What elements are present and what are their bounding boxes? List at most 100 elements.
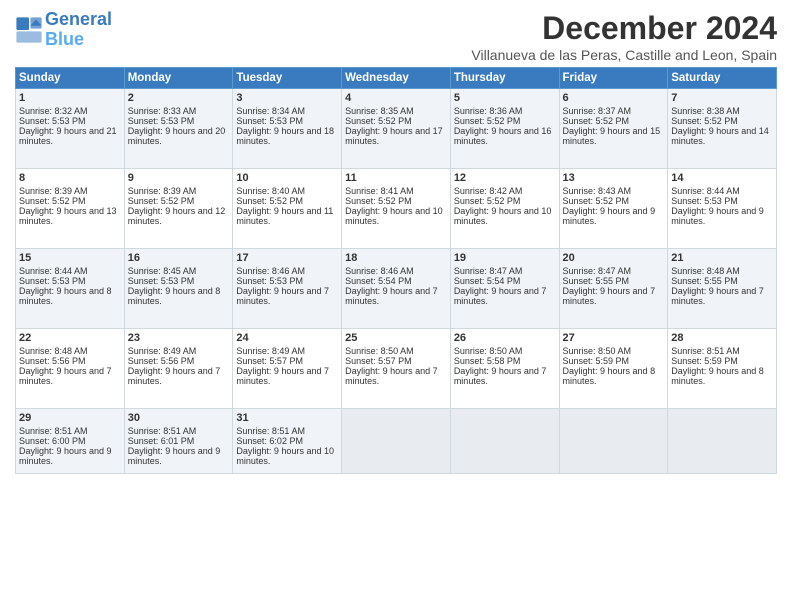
sunrise: Sunrise: 8:40 AM bbox=[236, 186, 305, 196]
day-number: 5 bbox=[454, 92, 556, 104]
daylight: Daylight: 9 hours and 9 minutes. bbox=[128, 446, 221, 466]
daylight: Daylight: 9 hours and 12 minutes. bbox=[128, 206, 226, 226]
col-tuesday: Tuesday bbox=[233, 68, 342, 89]
daylight: Daylight: 9 hours and 7 minutes. bbox=[128, 366, 221, 386]
calendar-cell: 8Sunrise: 8:39 AMSunset: 5:52 PMDaylight… bbox=[16, 169, 125, 249]
day-number: 18 bbox=[345, 252, 447, 264]
page: General Blue December 2024 Villanueva de… bbox=[0, 0, 792, 612]
calendar-cell: 29Sunrise: 8:51 AMSunset: 6:00 PMDayligh… bbox=[16, 409, 125, 474]
day-number: 7 bbox=[671, 92, 773, 104]
sunrise: Sunrise: 8:35 AM bbox=[345, 106, 414, 116]
calendar-cell: 11Sunrise: 8:41 AMSunset: 5:52 PMDayligh… bbox=[342, 169, 451, 249]
daylight: Daylight: 9 hours and 10 minutes. bbox=[345, 206, 443, 226]
sunrise: Sunrise: 8:32 AM bbox=[19, 106, 88, 116]
calendar-cell: 5Sunrise: 8:36 AMSunset: 5:52 PMDaylight… bbox=[450, 89, 559, 169]
sunrise: Sunrise: 8:50 AM bbox=[563, 346, 632, 356]
day-number: 15 bbox=[19, 252, 121, 264]
sunset: Sunset: 5:57 PM bbox=[236, 356, 303, 366]
calendar-cell: 7Sunrise: 8:38 AMSunset: 5:52 PMDaylight… bbox=[668, 89, 777, 169]
sunset: Sunset: 5:59 PM bbox=[563, 356, 630, 366]
sunrise: Sunrise: 8:51 AM bbox=[128, 426, 197, 436]
day-number: 13 bbox=[563, 172, 665, 184]
sunset: Sunset: 5:52 PM bbox=[671, 116, 738, 126]
day-number: 24 bbox=[236, 332, 338, 344]
sunrise: Sunrise: 8:39 AM bbox=[128, 186, 197, 196]
sunset: Sunset: 5:53 PM bbox=[19, 276, 86, 286]
sunrise: Sunrise: 8:39 AM bbox=[19, 186, 88, 196]
calendar-cell bbox=[559, 409, 668, 474]
calendar-cell: 9Sunrise: 8:39 AMSunset: 5:52 PMDaylight… bbox=[124, 169, 233, 249]
week-row-2: 8Sunrise: 8:39 AMSunset: 5:52 PMDaylight… bbox=[16, 169, 777, 249]
sunset: Sunset: 5:53 PM bbox=[236, 276, 303, 286]
sunset: Sunset: 5:54 PM bbox=[345, 276, 412, 286]
daylight: Daylight: 9 hours and 8 minutes. bbox=[563, 366, 656, 386]
calendar-cell: 18Sunrise: 8:46 AMSunset: 5:54 PMDayligh… bbox=[342, 249, 451, 329]
calendar-cell bbox=[450, 409, 559, 474]
daylight: Daylight: 9 hours and 16 minutes. bbox=[454, 126, 552, 146]
calendar-cell: 14Sunrise: 8:44 AMSunset: 5:53 PMDayligh… bbox=[668, 169, 777, 249]
day-number: 12 bbox=[454, 172, 556, 184]
calendar-cell: 25Sunrise: 8:50 AMSunset: 5:57 PMDayligh… bbox=[342, 329, 451, 409]
calendar-cell: 12Sunrise: 8:42 AMSunset: 5:52 PMDayligh… bbox=[450, 169, 559, 249]
day-number: 6 bbox=[563, 92, 665, 104]
daylight: Daylight: 9 hours and 14 minutes. bbox=[671, 126, 769, 146]
daylight: Daylight: 9 hours and 10 minutes. bbox=[236, 446, 334, 466]
calendar-cell: 16Sunrise: 8:45 AMSunset: 5:53 PMDayligh… bbox=[124, 249, 233, 329]
daylight: Daylight: 9 hours and 8 minutes. bbox=[128, 286, 221, 306]
daylight: Daylight: 9 hours and 8 minutes. bbox=[671, 366, 764, 386]
daylight: Daylight: 9 hours and 7 minutes. bbox=[563, 286, 656, 306]
day-number: 31 bbox=[236, 412, 338, 424]
calendar-table: Sunday Monday Tuesday Wednesday Thursday… bbox=[15, 67, 777, 474]
sunset: Sunset: 5:55 PM bbox=[671, 276, 738, 286]
calendar-cell: 4Sunrise: 8:35 AMSunset: 5:52 PMDaylight… bbox=[342, 89, 451, 169]
col-sunday: Sunday bbox=[16, 68, 125, 89]
daylight: Daylight: 9 hours and 9 minutes. bbox=[671, 206, 764, 226]
sunrise: Sunrise: 8:37 AM bbox=[563, 106, 632, 116]
sunrise: Sunrise: 8:50 AM bbox=[345, 346, 414, 356]
daylight: Daylight: 9 hours and 9 minutes. bbox=[19, 446, 112, 466]
day-number: 25 bbox=[345, 332, 447, 344]
daylight: Daylight: 9 hours and 7 minutes. bbox=[19, 366, 112, 386]
daylight: Daylight: 9 hours and 15 minutes. bbox=[563, 126, 661, 146]
sunrise: Sunrise: 8:41 AM bbox=[345, 186, 414, 196]
sunset: Sunset: 5:52 PM bbox=[19, 196, 86, 206]
calendar-cell: 28Sunrise: 8:51 AMSunset: 5:59 PMDayligh… bbox=[668, 329, 777, 409]
day-number: 17 bbox=[236, 252, 338, 264]
col-friday: Friday bbox=[559, 68, 668, 89]
day-number: 14 bbox=[671, 172, 773, 184]
daylight: Daylight: 9 hours and 17 minutes. bbox=[345, 126, 443, 146]
daylight: Daylight: 9 hours and 7 minutes. bbox=[671, 286, 764, 306]
sunrise: Sunrise: 8:51 AM bbox=[19, 426, 88, 436]
sunrise: Sunrise: 8:44 AM bbox=[19, 266, 88, 276]
sunrise: Sunrise: 8:51 AM bbox=[671, 346, 740, 356]
logo: General Blue bbox=[15, 10, 112, 50]
sunset: Sunset: 5:55 PM bbox=[563, 276, 630, 286]
sunrise: Sunrise: 8:46 AM bbox=[236, 266, 305, 276]
sunset: Sunset: 6:02 PM bbox=[236, 436, 303, 446]
sunrise: Sunrise: 8:36 AM bbox=[454, 106, 523, 116]
calendar-cell: 15 Sunrise: 8:44 AMSunset: 5:53 PMDayligh… bbox=[16, 249, 125, 329]
header-row: Sunday Monday Tuesday Wednesday Thursday… bbox=[16, 68, 777, 89]
sunset: Sunset: 5:53 PM bbox=[19, 116, 86, 126]
calendar-cell: 19Sunrise: 8:47 AMSunset: 5:54 PMDayligh… bbox=[450, 249, 559, 329]
day-number: 23 bbox=[128, 332, 230, 344]
sunset: Sunset: 5:54 PM bbox=[454, 276, 521, 286]
sunset: Sunset: 5:53 PM bbox=[128, 116, 195, 126]
sunrise: Sunrise: 8:47 AM bbox=[563, 266, 632, 276]
calendar-cell: 22Sunrise: 8:48 AMSunset: 5:56 PMDayligh… bbox=[16, 329, 125, 409]
sunset: Sunset: 5:58 PM bbox=[454, 356, 521, 366]
sunrise: Sunrise: 8:43 AM bbox=[563, 186, 632, 196]
day-number: 29 bbox=[19, 412, 121, 424]
logo-icon bbox=[15, 16, 43, 44]
header: General Blue December 2024 Villanueva de… bbox=[15, 10, 777, 63]
sunset: Sunset: 5:53 PM bbox=[128, 276, 195, 286]
calendar-cell: 10Sunrise: 8:40 AMSunset: 5:52 PMDayligh… bbox=[233, 169, 342, 249]
daylight: Daylight: 9 hours and 7 minutes. bbox=[345, 286, 438, 306]
calendar-body: 1Sunrise: 8:32 AMSunset: 5:53 PMDaylight… bbox=[16, 89, 777, 474]
calendar-cell bbox=[668, 409, 777, 474]
day-number: 28 bbox=[671, 332, 773, 344]
calendar-cell: 26Sunrise: 8:50 AMSunset: 5:58 PMDayligh… bbox=[450, 329, 559, 409]
daylight: Daylight: 9 hours and 8 minutes. bbox=[19, 286, 112, 306]
daylight: Daylight: 9 hours and 7 minutes. bbox=[236, 286, 329, 306]
sunrise: Sunrise: 8:49 AM bbox=[128, 346, 197, 356]
